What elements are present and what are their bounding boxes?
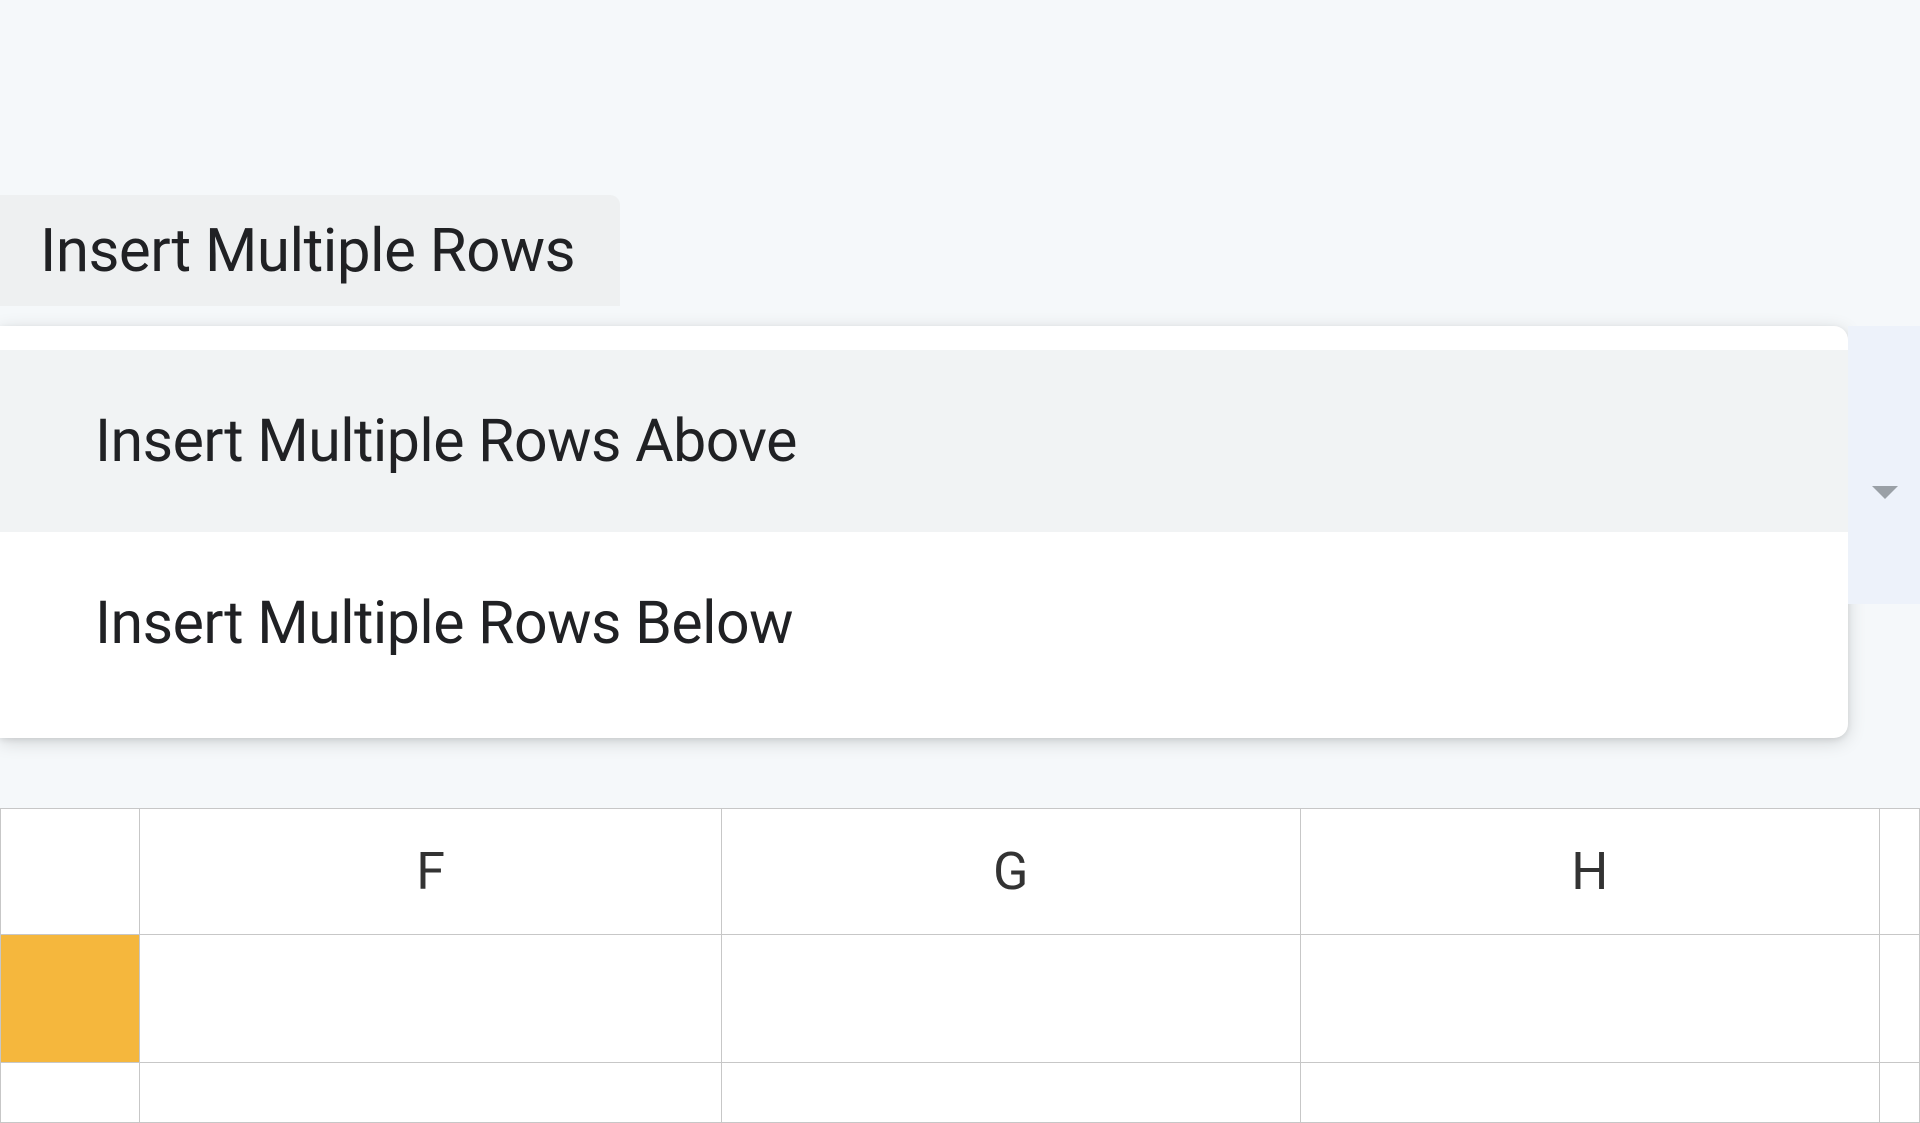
menu-item-insert-rows-below[interactable]: Insert Multiple Rows Below xyxy=(0,532,1848,714)
column-header-f[interactable]: F xyxy=(140,809,722,935)
chevron-down-icon xyxy=(1872,486,1898,499)
menu-tab-insert-multiple-rows[interactable]: Insert Multiple Rows xyxy=(0,195,620,306)
cell[interactable] xyxy=(1880,935,1920,1063)
column-header-partial-left[interactable] xyxy=(1,809,140,935)
column-header-h[interactable]: H xyxy=(1300,809,1880,935)
spreadsheet-grid: F G H xyxy=(0,808,1920,1123)
dropdown-panel: Insert Multiple Rows Above Insert Multip… xyxy=(0,326,1848,738)
table-row xyxy=(1,1063,1920,1123)
cell[interactable] xyxy=(1300,935,1880,1063)
menu-item-insert-rows-above[interactable]: Insert Multiple Rows Above xyxy=(0,350,1848,532)
cell[interactable] xyxy=(721,935,1300,1063)
table-row xyxy=(1,935,1920,1063)
column-header-g[interactable]: G xyxy=(721,809,1300,935)
column-header-partial-right[interactable] xyxy=(1880,809,1920,935)
menu-tab-label: Insert Multiple Rows xyxy=(40,215,575,286)
cell-selected[interactable] xyxy=(1,935,140,1063)
cell[interactable] xyxy=(1300,1063,1880,1123)
cell[interactable] xyxy=(1880,1063,1920,1123)
column-header-label: G xyxy=(993,841,1028,902)
cell[interactable] xyxy=(140,1063,722,1123)
cell[interactable] xyxy=(721,1063,1300,1123)
menu-item-label: Insert Multiple Rows Below xyxy=(95,589,793,658)
cell[interactable] xyxy=(140,935,722,1063)
column-header-label: H xyxy=(1571,841,1608,902)
menu-item-label: Insert Multiple Rows Above xyxy=(95,407,797,476)
toolbar-dropdown-strip[interactable] xyxy=(1848,326,1920,604)
column-header-label: F xyxy=(416,841,445,902)
cell[interactable] xyxy=(1,1063,140,1123)
